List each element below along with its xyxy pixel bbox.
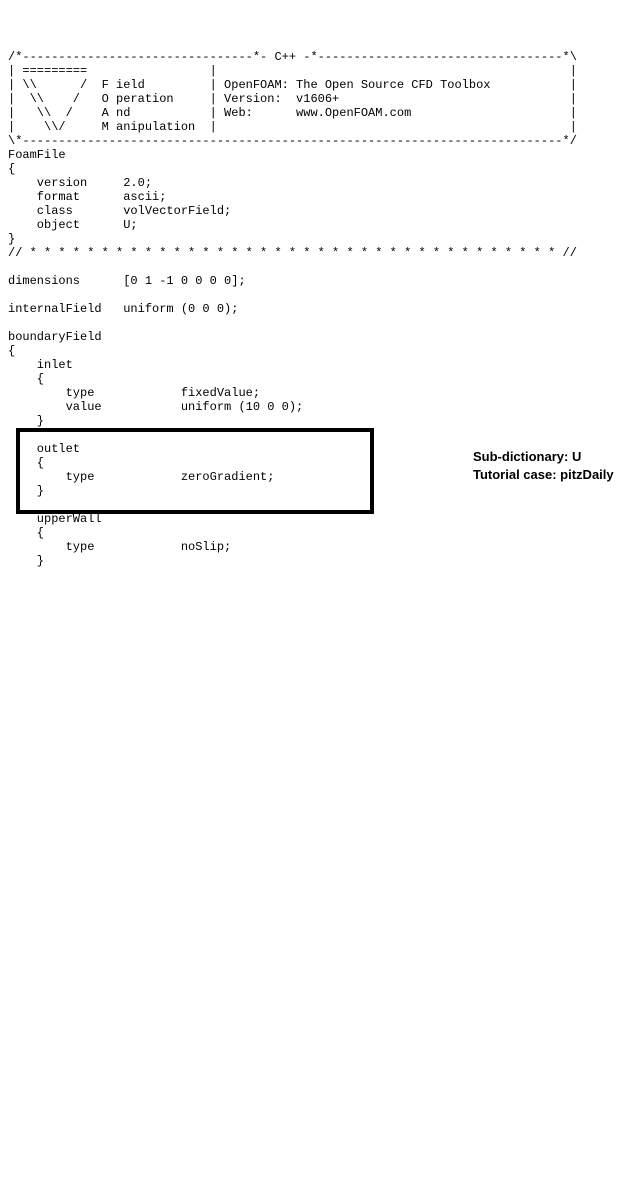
annotation-line1: Sub-dictionary: U [473, 449, 581, 464]
openfoam-dict-file: /*--------------------------------*- C++… [8, 50, 623, 1128]
annotation-text: Sub-dictionary: U Tutorial case: pitzDail… [473, 448, 614, 484]
annotation-line2: Tutorial case: pitzDaily [473, 467, 614, 482]
code-block: /*--------------------------------*- C++… [8, 50, 623, 568]
